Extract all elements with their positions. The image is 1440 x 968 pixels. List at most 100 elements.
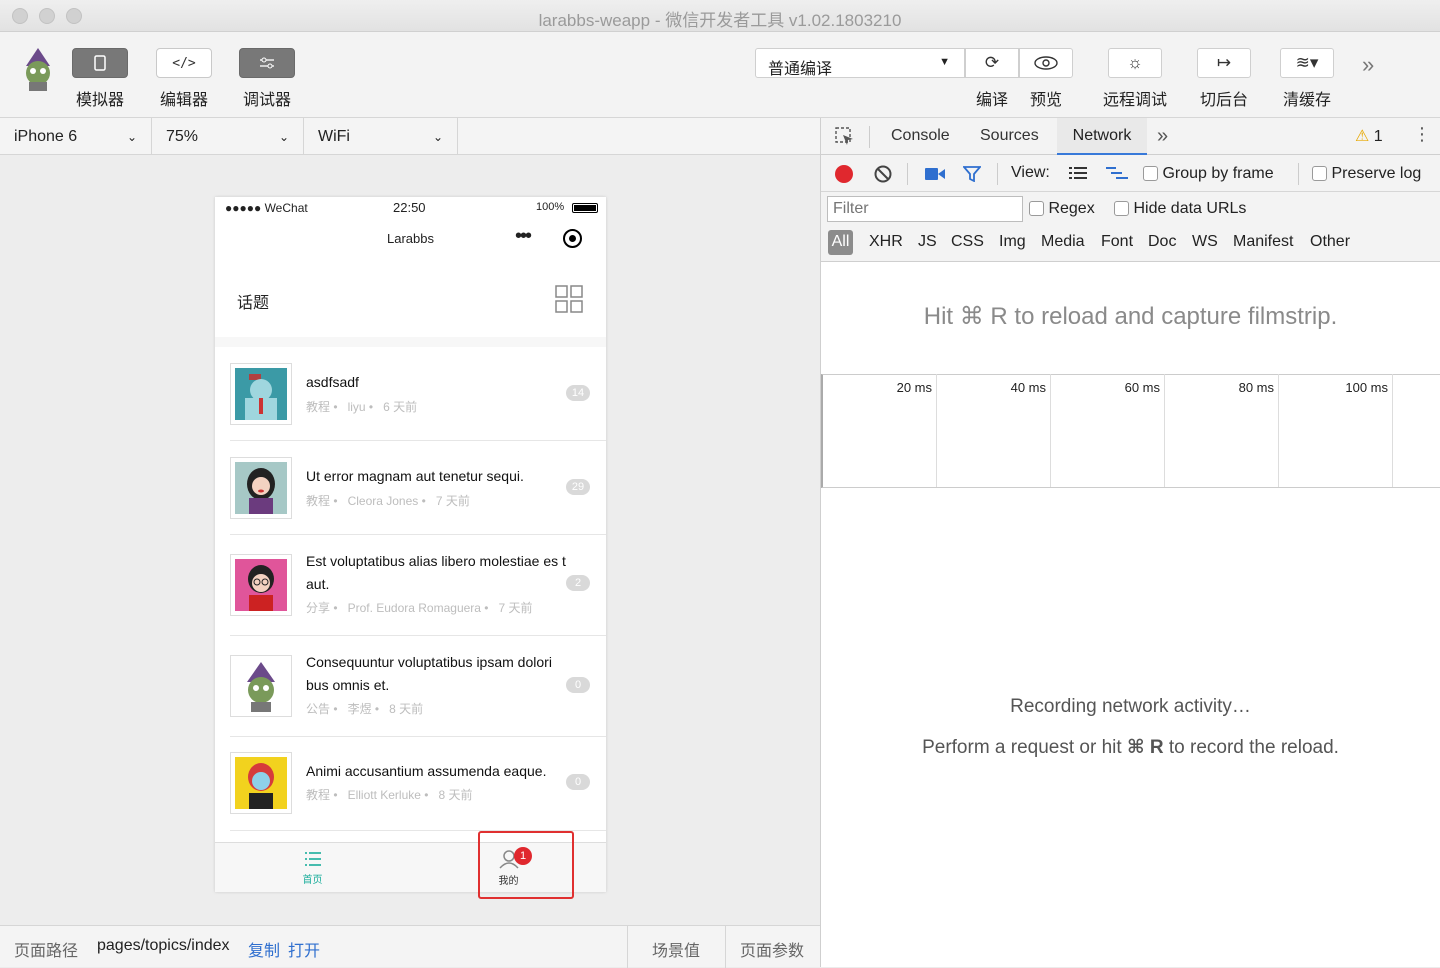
topic-title: Ut error magnam aut tenetur sequi. <box>306 468 524 484</box>
layers-icon: ≋▾ <box>1295 53 1319 72</box>
avatar <box>230 554 292 616</box>
chevron-down-icon: ⌄ <box>278 129 289 144</box>
network-select[interactable]: WiFi ⌄ <box>304 118 458 155</box>
carrier-text: ●●●●● WeChat <box>225 201 308 215</box>
bug-icon: ☼ <box>1127 53 1143 72</box>
close-capsule-icon[interactable] <box>563 229 582 248</box>
toolbar-divider <box>907 163 908 185</box>
list-item[interactable]: Ut error magnam aut tenetur sequi. 教程 • … <box>230 441 606 535</box>
user-avatar[interactable] <box>16 46 60 92</box>
grid-icon[interactable] <box>555 285 583 313</box>
tab-home-label: 首页 <box>302 875 323 886</box>
devtools-menu-icon[interactable]: ⋮ <box>1413 124 1431 145</box>
timeline-tick: 80 ms <box>1165 374 1279 487</box>
type-filter-xhr[interactable]: XHR <box>869 233 903 251</box>
checkbox-icon <box>1114 201 1129 217</box>
topic-meta: 教程 • Cleora Jones • 7 天前 <box>306 494 470 508</box>
hide-data-urls-label: Hide data URLs <box>1133 200 1247 217</box>
scene-label: 场景值 <box>652 943 701 960</box>
nav-title: Larabbs <box>387 231 434 246</box>
topic-meta: 公告 • 李煜 • 8 天前 <box>306 702 424 716</box>
type-filter-other[interactable]: Other <box>1310 233 1350 251</box>
tab-console[interactable]: Console <box>891 118 950 155</box>
compile-button[interactable]: ⟳ <box>965 48 1019 78</box>
type-filter-css[interactable]: CSS <box>951 233 984 251</box>
reply-count-badge: 29 <box>566 479 590 495</box>
device-value: iPhone 6 <box>14 127 78 145</box>
topic-title: Consequuntur voluptatibus ipsam dolori b… <box>306 654 552 693</box>
topic-author: Prof. Eudora Romaguera <box>347 601 481 615</box>
type-filter-font[interactable]: Font <box>1101 233 1133 251</box>
remote-debug-button[interactable]: ☼ <box>1108 48 1162 78</box>
large-rows-icon[interactable] <box>1069 166 1087 181</box>
filter-input[interactable] <box>827 196 1023 222</box>
scene-button[interactable]: 场景值 <box>627 926 725 968</box>
more-dots-icon[interactable]: ••• <box>515 225 532 248</box>
compile-mode-select[interactable]: 普通编译 ▼ <box>755 48 965 78</box>
record-icon[interactable] <box>835 165 853 183</box>
more-tabs-icon[interactable]: » <box>1157 125 1168 148</box>
regex-label: Regex <box>1048 200 1095 217</box>
list-item[interactable]: Animi accusantium assumenda eaque. 教程 • … <box>230 737 606 831</box>
group-by-frame-label: Group by frame <box>1162 165 1274 182</box>
tab-sources[interactable]: Sources <box>980 118 1039 155</box>
device-select[interactable]: iPhone 6 ⌄ <box>0 118 152 155</box>
group-by-frame-checkbox[interactable]: Group by frame <box>1143 165 1274 183</box>
page-header: 话题 <box>215 259 606 337</box>
type-filter-ws[interactable]: WS <box>1192 233 1218 251</box>
list-item[interactable]: asdfsadf 教程 • liyu • 6 天前 14 <box>230 347 606 441</box>
copy-link[interactable]: 复制 <box>248 937 280 961</box>
filter-icon[interactable] <box>963 166 981 182</box>
warning-count: 1 <box>1373 128 1383 145</box>
editor-toggle-button[interactable]: </> <box>156 48 212 78</box>
network-filter-bar: Regex Hide data URLs All XHR JS CSS Img … <box>821 192 1440 262</box>
checkbox-icon <box>1029 201 1044 217</box>
type-filter-img[interactable]: Img <box>999 233 1026 251</box>
type-filter-doc[interactable]: Doc <box>1148 233 1176 251</box>
warning-counter[interactable]: ⚠ 1 <box>1355 126 1383 146</box>
window-title: larabbs-weapp - 微信开发者工具 v1.02.1803210 <box>538 11 902 30</box>
topic-category: 教程 <box>306 494 331 508</box>
tab-network[interactable]: Network <box>1057 118 1147 155</box>
checkbox-icon <box>1143 166 1158 182</box>
topic-author: Cleora Jones <box>347 494 419 508</box>
topic-meta: 教程 • Elliott Kerluke • 8 天前 <box>306 788 473 802</box>
simulator-toggle-button[interactable] <box>72 48 128 78</box>
type-filter-all[interactable]: All <box>828 230 853 255</box>
preserve-log-checkbox[interactable]: Preserve log <box>1312 165 1421 183</box>
list-item[interactable]: Consequuntur voluptatibus ipsam dolori b… <box>230 636 606 737</box>
filmstrip-hint: Hit ⌘ R to reload and capture filmstrip. <box>923 303 1338 330</box>
recording-status: Recording network activity… <box>1010 696 1251 717</box>
zoom-value: 75% <box>166 127 199 145</box>
reply-count-badge: 0 <box>566 677 590 693</box>
toolbar-divider <box>997 163 998 185</box>
type-filter-manifest[interactable]: Manifest <box>1233 233 1293 251</box>
clear-icon[interactable] <box>874 165 892 183</box>
clear-cache-button[interactable]: ≋▾ <box>1280 48 1334 78</box>
eye-icon <box>1034 56 1058 70</box>
footer-bar: 页面路径 pages/topics/index 复制 打开 场景值 页面参数 <box>0 925 820 968</box>
zoom-select[interactable]: 75% ⌄ <box>152 118 304 155</box>
debugger-toggle-button[interactable] <box>239 48 295 78</box>
list-item[interactable]: Est voluptatibus alias libero molestiae … <box>230 535 606 636</box>
more-chevron-icon[interactable]: » <box>1362 52 1374 78</box>
open-link[interactable]: 打开 <box>288 937 320 961</box>
topic-list: asdfsadf 教程 • liyu • 6 天前 14 Ut error ma… <box>215 347 606 842</box>
topic-category: 分享 <box>306 601 331 615</box>
regex-checkbox[interactable]: Regex <box>1029 200 1095 218</box>
preview-button[interactable] <box>1019 48 1073 78</box>
topic-category: 公告 <box>306 702 331 716</box>
devtools-tab-bar: Console Sources Network » ⚠ 1 ⋮ <box>821 118 1440 155</box>
network-value: WiFi <box>318 127 350 145</box>
type-filter-media[interactable]: Media <box>1041 233 1085 251</box>
type-filter-js[interactable]: JS <box>918 233 937 251</box>
remote-debug-label: 远程调试 <box>1102 92 1167 109</box>
avatar <box>230 457 292 519</box>
background-button[interactable]: ↦ <box>1197 48 1251 78</box>
hide-data-urls-checkbox[interactable]: Hide data URLs <box>1114 200 1246 218</box>
waterfall-icon[interactable] <box>1106 166 1128 181</box>
inspect-element-icon[interactable] <box>835 127 855 147</box>
page-params-button[interactable]: 页面参数 <box>725 926 820 968</box>
tab-home[interactable]: 首页 <box>215 851 410 886</box>
capture-screenshots-icon[interactable] <box>925 167 945 181</box>
